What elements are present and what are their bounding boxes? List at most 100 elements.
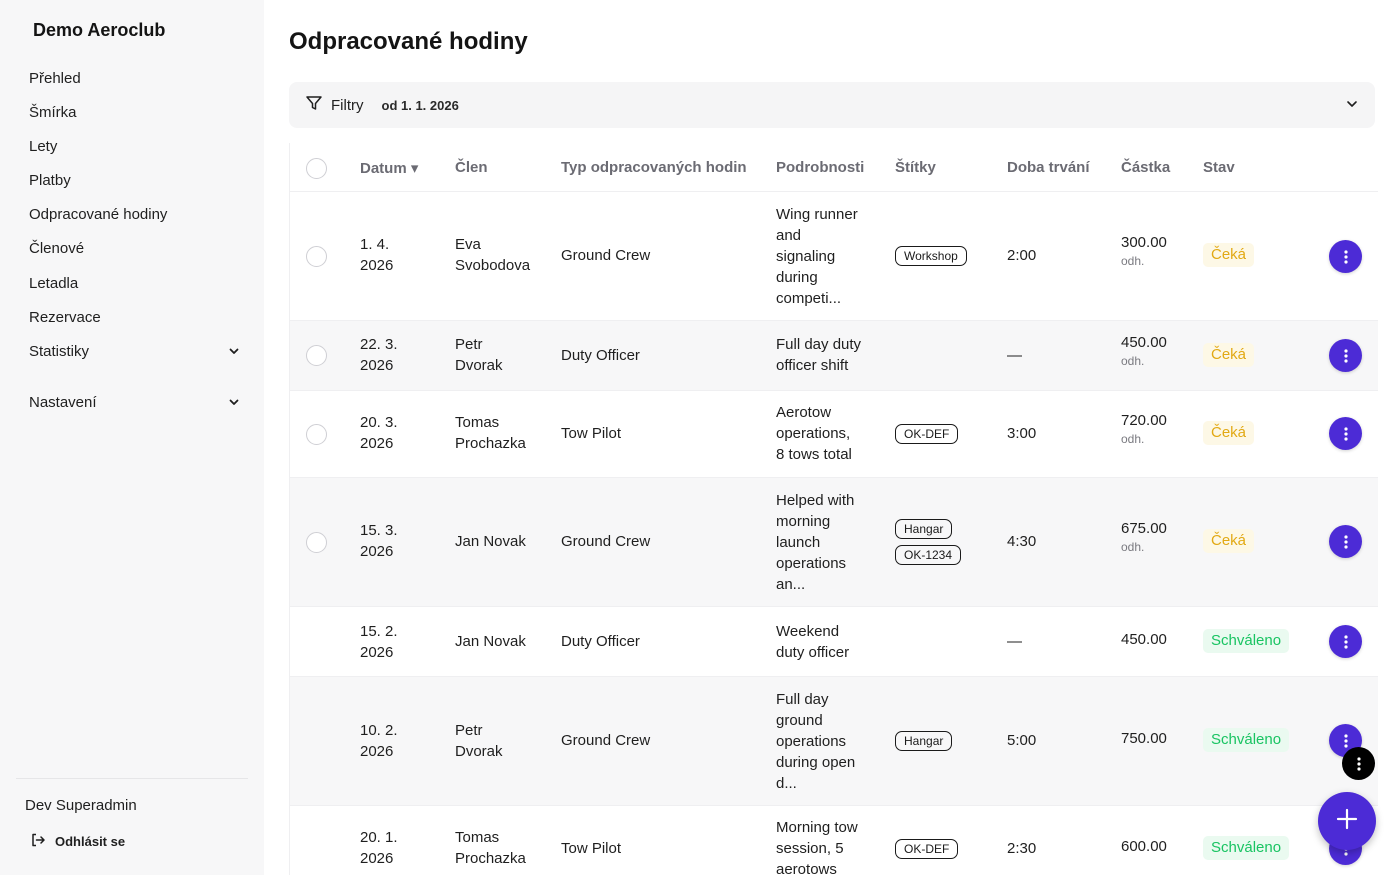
sidebar-item-label: Platby <box>29 171 71 189</box>
sidebar-divider <box>16 778 248 779</box>
filter-toggle[interactable]: Filtry <box>305 94 364 116</box>
brand-name: Demo Aeroclub <box>33 20 166 40</box>
cell-type: Tow Pilot <box>561 840 622 857</box>
page-title: Odpracované hodiny <box>289 28 528 55</box>
column-header-date[interactable]: Datum ▾ <box>360 159 418 177</box>
sidebar-item-label: Lety <box>29 137 58 155</box>
table-row[interactable]: 20. 1. 2026 Tomas Prochazka Tow Pilot Morn… <box>290 806 1378 875</box>
cell-member: Petr Dvorak <box>455 336 503 374</box>
column-header-duration: Doba trvání <box>1007 159 1090 176</box>
table-row[interactable]: 15. 3. 2026 Jan Novak Ground Crew Helped … <box>290 478 1378 607</box>
sidebar-item-label: Šmírka <box>29 103 77 121</box>
sidebar-item-statistiky[interactable]: Statistiky <box>29 338 241 364</box>
row-checkbox[interactable] <box>306 246 327 267</box>
status-badge: Čeká <box>1203 343 1255 367</box>
sidebar-item-smirka[interactable]: Šmírka <box>29 99 241 125</box>
table-row[interactable]: 20. 3. 2026 Tomas Prochazka Tow Pilot Aero… <box>290 391 1378 478</box>
cell-duration: 3:00 <box>1007 425 1037 442</box>
cell-details: Helped with morning launch operations an... <box>776 492 855 593</box>
tag-badge: OK-DEF <box>895 424 959 444</box>
more-vertical-icon <box>1343 249 1348 264</box>
cell-tags: Workshop <box>895 246 967 266</box>
sidebar-item-rezervace[interactable]: Rezervace <box>29 304 241 330</box>
sidebar-item-nastaveni[interactable]: Nastavení <box>29 389 241 415</box>
sidebar-item-label: Odpracované hodiny <box>29 205 168 223</box>
cell-member: Tomas Prochazka <box>455 414 526 452</box>
sidebar-item-platby[interactable]: Platby <box>29 167 241 193</box>
tag-badge: Workshop <box>895 246 967 266</box>
cell-duration: 5:00 <box>1007 732 1037 749</box>
table-row[interactable]: 15. 2. 2026 Jan Novak Duty Officer Weeken… <box>290 607 1378 677</box>
more-vertical-icon <box>1343 733 1348 748</box>
row-actions-button[interactable] <box>1329 240 1362 273</box>
sidebar-item-odpracovane-hodiny[interactable]: Odpracované hodiny <box>29 201 241 227</box>
cell-duration: 2:00 <box>1007 247 1037 264</box>
sidebar-item-letadla[interactable]: Letadla <box>29 270 241 296</box>
table-header: Datum ▾ Člen Typ odpracovaných hodin Pod… <box>290 143 1378 192</box>
table-row[interactable]: 1. 4. 2026 Eva Svobodova Ground Crew Wing … <box>290 192 1378 321</box>
cell-duration: — <box>1007 347 1022 364</box>
select-all-checkbox[interactable] <box>306 158 327 179</box>
add-hours-button[interactable] <box>1318 792 1376 850</box>
tag-badge: Hangar <box>895 519 953 539</box>
table-row[interactable]: 10. 2. 2026 Petr Dvorak Ground Crew Full d… <box>290 677 1378 806</box>
status-badge: Čeká <box>1203 529 1255 553</box>
plus-icon <box>1336 808 1358 835</box>
status-badge: Čeká <box>1203 243 1255 267</box>
cell-date: 15. 2. 2026 <box>360 623 398 661</box>
status-badge: Schváleno <box>1203 728 1290 752</box>
chevron-down-icon <box>227 395 241 409</box>
filter-bar[interactable]: Filtry od 1. 1. 2026 <box>289 82 1375 128</box>
row-actions-button[interactable] <box>1329 339 1362 372</box>
cell-duration: 2:30 <box>1007 840 1037 857</box>
cell-tags: Hangar OK-1234 <box>895 519 962 565</box>
cell-amount: 750.00 <box>1121 730 1167 747</box>
sidebar: Demo Aeroclub Přehled Šmírka Lety Platby… <box>0 0 264 875</box>
column-header-status: Stav <box>1203 159 1235 176</box>
current-user-name: Dev Superadmin <box>25 797 137 814</box>
cell-details: Wing runner and signaling during competi... <box>776 206 858 307</box>
filter-icon <box>305 94 323 116</box>
cell-tags: OK-DEF <box>895 839 959 859</box>
sidebar-item-clenove[interactable]: Členové <box>29 235 241 261</box>
sidebar-item-label: Rezervace <box>29 308 101 326</box>
sidebar-item-label: Nastavení <box>29 393 97 411</box>
sidebar-item-lety[interactable]: Lety <box>29 133 241 159</box>
more-vertical-icon[interactable] <box>1342 747 1375 780</box>
sidebar-item-label: Přehled <box>29 69 81 87</box>
cell-details: Weekend duty officer <box>776 623 850 661</box>
cell-date: 20. 3. 2026 <box>360 414 398 452</box>
cell-member: Eva Svobodova <box>455 236 531 274</box>
row-checkbox[interactable] <box>306 424 327 445</box>
cell-date: 22. 3. 2026 <box>360 336 398 374</box>
cell-date: 1. 4. 2026 <box>360 236 394 274</box>
column-header-amount: Částka <box>1121 159 1171 176</box>
chevron-down-icon[interactable] <box>1345 97 1359 116</box>
cell-tags: OK-DEF <box>895 424 959 444</box>
row-actions-button[interactable] <box>1329 525 1362 558</box>
cell-type: Duty Officer <box>561 347 640 364</box>
cell-amount: 720.00 odh. <box>1121 412 1167 446</box>
cell-details: Full day duty officer shift <box>776 336 862 374</box>
row-checkbox[interactable] <box>306 345 327 366</box>
sidebar-item-prehled[interactable]: Přehled <box>29 65 241 91</box>
sidebar-item-label: Členové <box>29 239 85 257</box>
table-row[interactable]: 22. 3. 2026 Petr Dvorak Duty Officer Full … <box>290 321 1378 391</box>
column-header-type: Typ odpracovaných hodin <box>561 159 747 176</box>
cell-details: Morning tow session, 5 aerotows <box>776 819 858 875</box>
logout-button[interactable]: Odhlásit se <box>30 832 125 851</box>
sidebar-item-label: Letadla <box>29 274 79 292</box>
more-vertical-icon <box>1343 348 1348 363</box>
status-badge: Schváleno <box>1203 629 1290 653</box>
row-checkbox[interactable] <box>306 532 327 553</box>
row-actions-button[interactable] <box>1329 625 1362 658</box>
cell-member: Jan Novak <box>455 633 526 650</box>
cell-type: Ground Crew <box>561 533 651 550</box>
cell-amount: 675.00 odh. <box>1121 520 1167 554</box>
cell-amount: 450.00 <box>1121 631 1167 648</box>
cell-amount: 450.00 odh. <box>1121 334 1167 368</box>
status-badge: Schváleno <box>1203 836 1290 860</box>
more-vertical-icon <box>1343 534 1348 549</box>
row-actions-button[interactable] <box>1329 417 1362 450</box>
filter-date-summary: od 1. 1. 2026 <box>381 97 459 113</box>
